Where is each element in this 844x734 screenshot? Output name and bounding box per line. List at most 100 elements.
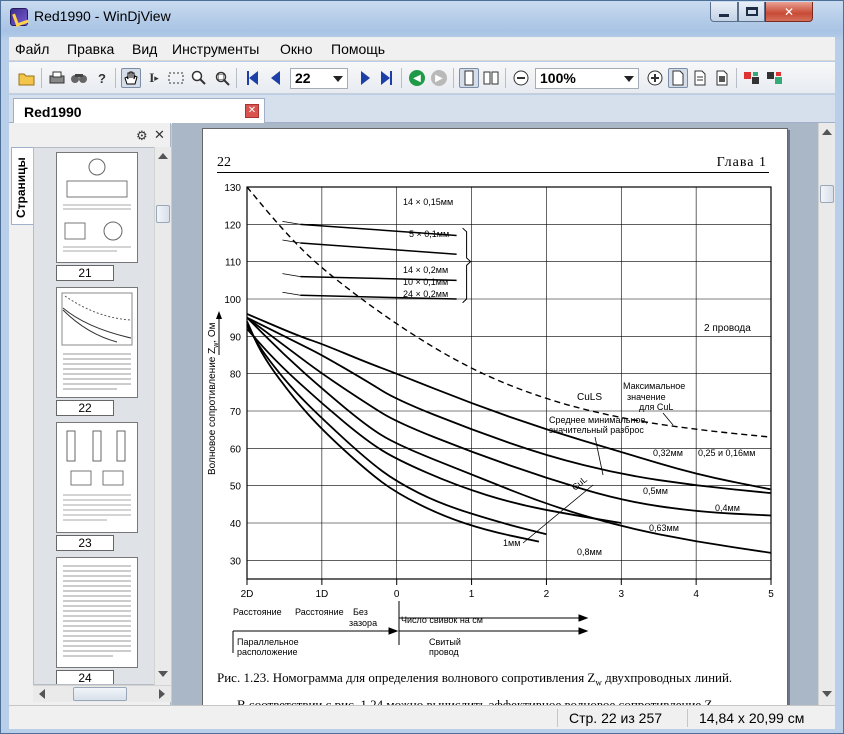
close-window-button[interactable]: ✕: [765, 2, 813, 22]
y-tick-label: 60: [230, 444, 242, 455]
menu-tools[interactable]: Инструменты: [172, 41, 259, 57]
page-thumbnail-label: 23: [56, 535, 114, 551]
x-label-parallel-2: расположение: [237, 647, 297, 657]
y-tick-label: 30: [230, 556, 242, 567]
page-number-select[interactable]: 22: [290, 68, 348, 89]
menu-view[interactable]: Вид: [132, 41, 157, 57]
scroll-left-icon[interactable]: [39, 689, 45, 699]
menu-edit[interactable]: Правка: [67, 41, 114, 57]
tab-red1990[interactable]: Red1990 ✕: [13, 98, 265, 124]
zoom-icon[interactable]: [189, 68, 209, 88]
y-tick-label: 100: [224, 295, 241, 306]
y-tick-label: 120: [224, 220, 241, 231]
page-thumbnail-24[interactable]: [56, 557, 138, 668]
culs-label: 14 × 0,15мм: [403, 197, 453, 207]
close-icon[interactable]: ✕: [154, 127, 165, 143]
document-view[interactable]: 22 Глава 1 130 120 110 100 90 80 70 60 50 40 30 2D…: [172, 123, 818, 705]
layout-icon-1[interactable]: [668, 68, 688, 88]
zoom-rect-icon[interactable]: [212, 68, 232, 88]
x-tick-label: 3: [619, 589, 625, 600]
next-page-icon[interactable]: [355, 68, 375, 88]
minimize-button[interactable]: [710, 2, 738, 22]
culs-brace: [462, 227, 472, 304]
thumbnail-figure-icon: [63, 158, 131, 252]
rect-select-icon[interactable]: [166, 68, 186, 88]
maximize-button[interactable]: [738, 2, 765, 22]
series-label-0-32mm: 0,32мм: [653, 448, 683, 458]
series-curves: [246, 186, 772, 554]
scroll-thumb[interactable]: [820, 185, 834, 203]
page-number: 22: [217, 155, 231, 170]
hand-tool-icon[interactable]: [121, 68, 141, 88]
layout-icon-2[interactable]: [690, 68, 710, 88]
toolbar-separator: [736, 68, 737, 88]
last-page-icon[interactable]: [376, 68, 396, 88]
menu-window[interactable]: Окно: [280, 41, 313, 57]
x-label-no-gap: Без: [353, 607, 368, 617]
scroll-up-icon[interactable]: [822, 129, 832, 135]
help-icon[interactable]: ?: [92, 68, 112, 88]
x-tick-label: 2D: [241, 589, 254, 600]
y-axis-label: Волновое сопротивление Zw, Ом: [207, 322, 220, 475]
thumbnail-list[interactable]: 21 22 23 24: [33, 147, 155, 685]
scroll-down-icon[interactable]: [158, 671, 168, 677]
document-page: 22 Глава 1 130 120 110 100 90 80 70 60 50 40 30 2D…: [202, 128, 788, 705]
first-page-icon[interactable]: [242, 68, 262, 88]
menu-help[interactable]: Помощь: [331, 41, 385, 57]
max-annotation-2: значение: [627, 392, 666, 402]
scroll-up-icon[interactable]: [158, 153, 168, 159]
maximize-icon: [745, 7, 758, 16]
cul-leader: [522, 484, 594, 544]
series-label-0-5mm: 0,5мм: [643, 486, 668, 496]
gear-icon[interactable]: ⚙: [136, 128, 148, 144]
document-tabs: Red1990 ✕: [9, 95, 835, 124]
tab-pages[interactable]: Страницы: [11, 147, 33, 225]
thumbnail-chart-icon: [61, 292, 133, 390]
tab-close-icon[interactable]: ✕: [245, 104, 259, 118]
zoom-out-icon[interactable]: [511, 68, 531, 88]
back-icon[interactable]: ◀: [407, 68, 427, 88]
zoom-in-icon[interactable]: [645, 68, 665, 88]
avg-annotation-2: значительный разброс: [549, 425, 644, 435]
culs-label: 10 × 0,1мм: [403, 277, 448, 287]
close-icon: ✕: [783, 4, 795, 19]
sidebar-vertical-scrollbar[interactable]: [154, 147, 171, 685]
sidebar-horizontal-scrollbar[interactable]: [33, 685, 171, 702]
display-icon-2[interactable]: [765, 68, 785, 88]
scroll-down-icon[interactable]: [822, 691, 832, 697]
open-icon[interactable]: [17, 68, 37, 88]
culs-label: 5 × 0,1мм: [409, 229, 449, 239]
culs-leader-1: [282, 239, 301, 244]
zoom-select[interactable]: 100%: [535, 68, 639, 89]
x-label-distance-2d: Расстояние: [233, 607, 282, 617]
display-icon-1[interactable]: [742, 68, 762, 88]
x-tick-label: 0: [394, 589, 400, 600]
y-tick-label: 110: [225, 258, 241, 269]
series-labels: 1мм 0,8мм 0,63мм 0,5мм 0,4мм 0,32мм 0,25…: [503, 448, 755, 557]
text-select-icon[interactable]: I ▸: [144, 68, 164, 88]
y-tick-label: 80: [230, 370, 242, 381]
thumbnail-figure-icon: [63, 430, 131, 521]
series-label-0-25mm: 0,25 и 0,16мм: [698, 448, 755, 458]
scroll-thumb[interactable]: [73, 687, 127, 701]
title-bar[interactable]: Red1990 - WinDjView ✕: [1, 1, 843, 33]
page-thumbnail-23[interactable]: [56, 422, 138, 533]
forward-icon[interactable]: ▶: [429, 68, 449, 88]
page-thumbnail-21[interactable]: [56, 152, 138, 263]
scroll-right-icon[interactable]: [159, 689, 165, 699]
max-annotation-1: Максимальное: [623, 381, 685, 391]
main-vertical-scrollbar[interactable]: [818, 123, 835, 705]
find-icon[interactable]: [69, 68, 89, 88]
figure-caption: Рис. 1.23. Номограмма для определения во…: [217, 670, 733, 688]
window-title: Red1990 - WinDjView: [34, 8, 171, 24]
page-thumbnail-22[interactable]: [56, 287, 138, 398]
toolbar-separator: [236, 68, 237, 88]
print-icon[interactable]: [47, 68, 67, 88]
page-chapter: Глава 1: [716, 155, 767, 170]
two-page-icon[interactable]: [481, 68, 501, 88]
prev-page-icon[interactable]: [265, 68, 285, 88]
menu-file[interactable]: Файл: [15, 41, 49, 57]
single-page-icon[interactable]: [459, 68, 479, 88]
scroll-thumb[interactable]: [156, 205, 170, 223]
layout-icon-3[interactable]: [712, 68, 732, 88]
